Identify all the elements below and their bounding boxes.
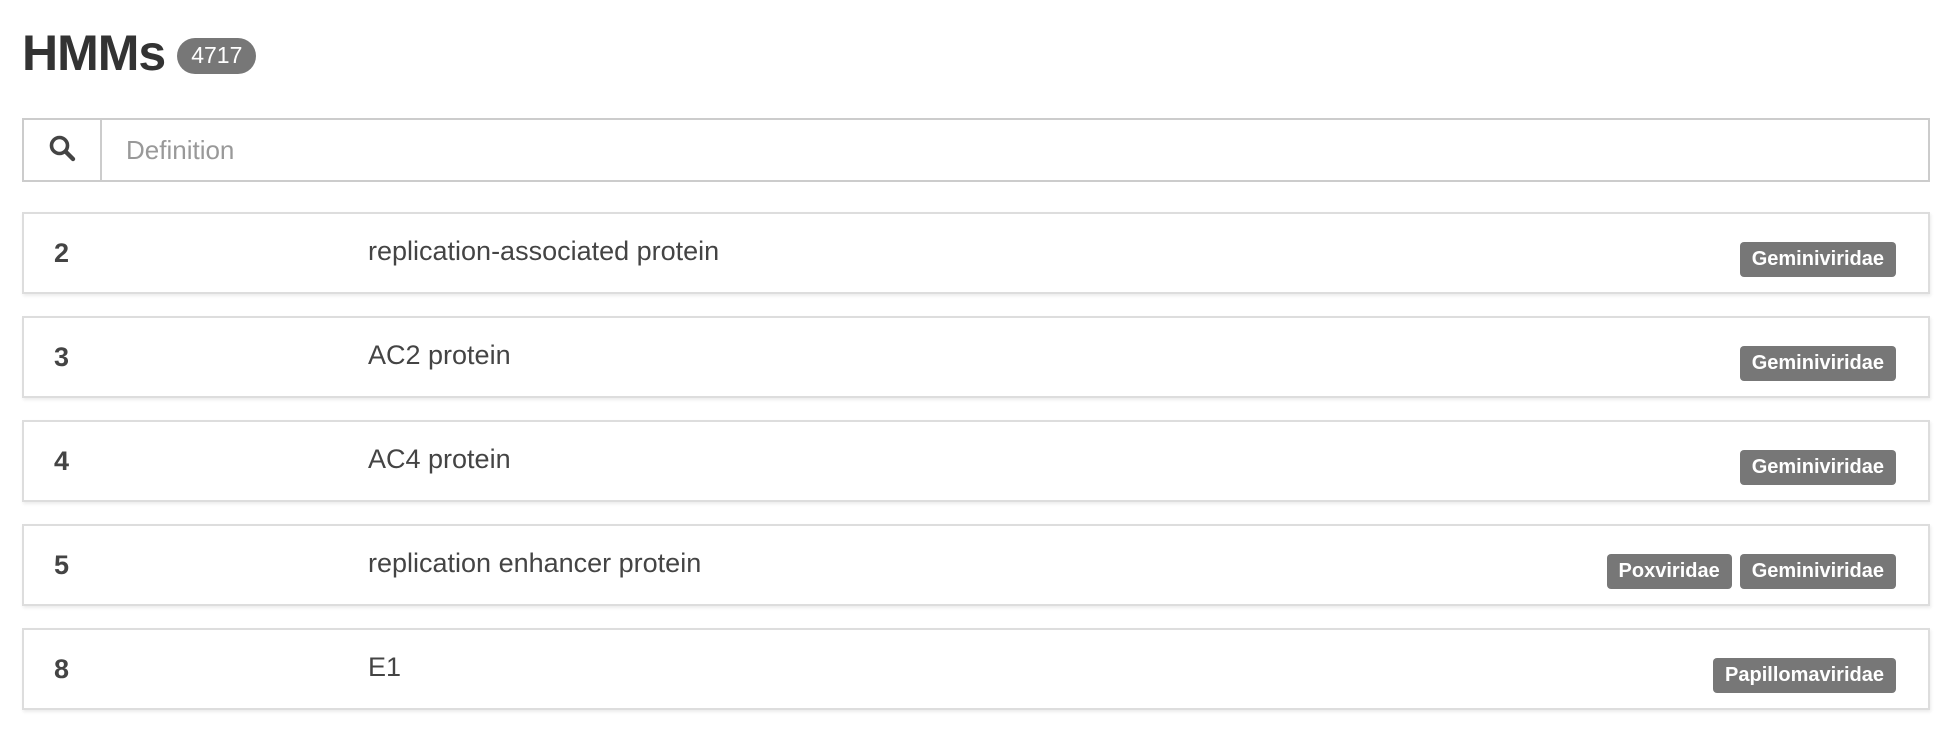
- family-tag[interactable]: Geminiviridae: [1739, 242, 1896, 277]
- hmm-definition: AC4 protein: [368, 444, 511, 474]
- family-tags: Geminiviridae: [1739, 450, 1896, 485]
- table-row[interactable]: 5 replication enhancer protein Poxvirida…: [22, 524, 1930, 606]
- family-tags: Geminiviridae: [1739, 346, 1896, 381]
- family-tags: Poxviridae Geminiviridae: [1606, 554, 1896, 589]
- hmm-definition: replication-associated protein: [368, 236, 720, 266]
- family-tags: Geminiviridae: [1739, 242, 1896, 277]
- hmm-rows: 2 replication-associated protein Geminiv…: [22, 212, 1930, 710]
- table-row[interactable]: 4 AC4 protein Geminiviridae: [22, 420, 1930, 502]
- hmm-definition: AC2 protein: [368, 340, 511, 370]
- search-addon[interactable]: [24, 120, 102, 180]
- hmm-id[interactable]: 8: [54, 654, 69, 685]
- page-title: HMMs: [22, 25, 166, 81]
- table-row[interactable]: 8 E1 Papillomaviridae: [22, 628, 1930, 710]
- family-tags: Papillomaviridae: [1713, 658, 1896, 693]
- hmm-id[interactable]: 3: [54, 342, 69, 373]
- hmm-definition: E1: [368, 652, 402, 682]
- hmm-id[interactable]: 2: [54, 238, 69, 269]
- family-tag[interactable]: Geminiviridae: [1739, 554, 1896, 589]
- search-group: [22, 118, 1930, 182]
- definition-search-input[interactable]: [102, 120, 1928, 180]
- count-badge: 4717: [177, 37, 257, 75]
- table-row[interactable]: 2 replication-associated protein Geminiv…: [22, 212, 1930, 294]
- family-tag[interactable]: Geminiviridae: [1739, 450, 1896, 485]
- hmm-list-page: HMMs 4717 2 replication-associated prote…: [22, 0, 1930, 732]
- page-header: HMMs 4717: [22, 0, 1930, 104]
- family-tag[interactable]: Papillomaviridae: [1713, 658, 1896, 693]
- hmm-definition: replication enhancer protein: [368, 548, 702, 578]
- hmm-id[interactable]: 4: [54, 446, 69, 477]
- search-icon: [48, 134, 76, 167]
- table-row[interactable]: 3 AC2 protein Geminiviridae: [22, 316, 1930, 398]
- family-tag[interactable]: Poxviridae: [1606, 554, 1732, 589]
- family-tag[interactable]: Geminiviridae: [1739, 346, 1896, 381]
- hmm-id[interactable]: 5: [54, 550, 69, 581]
